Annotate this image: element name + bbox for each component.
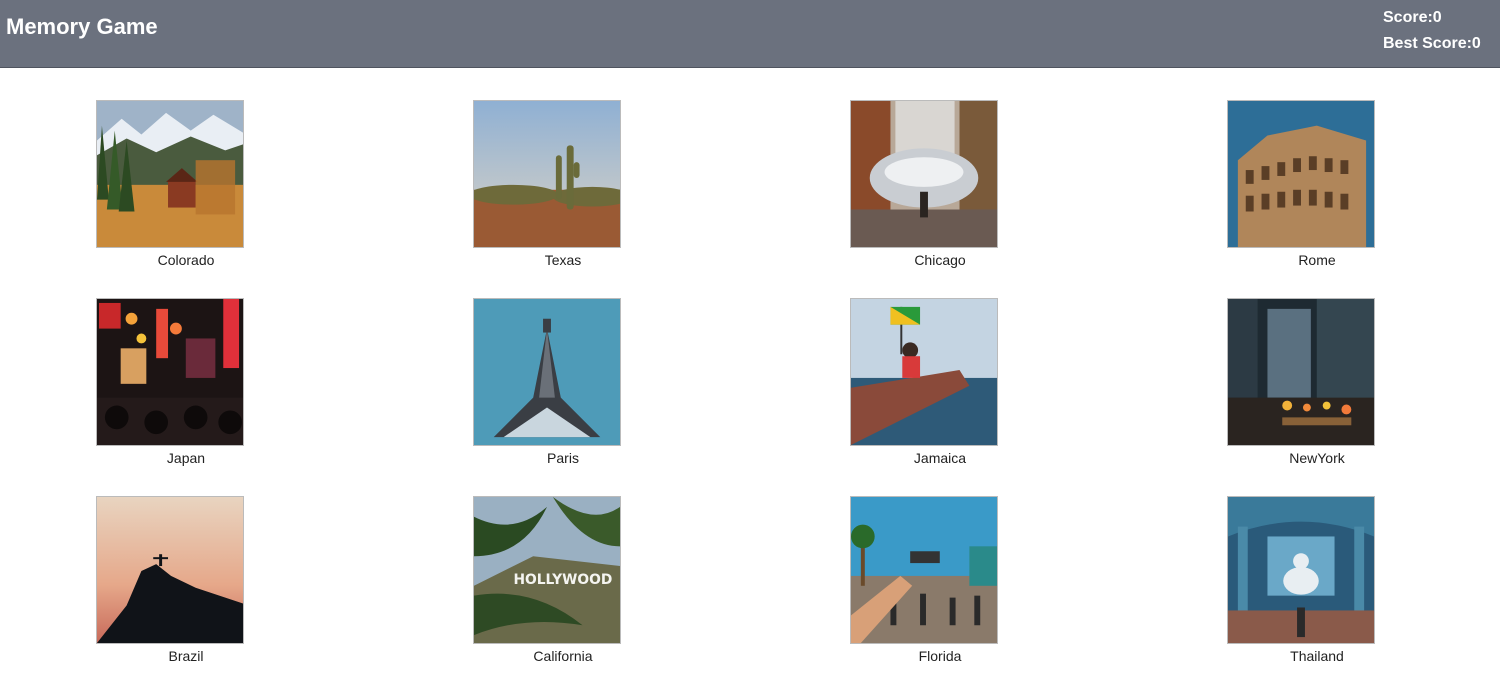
card-label: NewYork [1289, 450, 1345, 466]
card-label: Rome [1298, 252, 1336, 268]
card-label: California [533, 648, 593, 664]
colorado-image [96, 100, 244, 248]
page-title: Memory Game [6, 14, 158, 39]
california-image: HOLLYWOOD [473, 496, 621, 644]
card-california[interactable]: HOLLYWOOD California [473, 496, 622, 664]
card-label: Jamaica [913, 450, 967, 466]
card-paris[interactable]: Paris [473, 298, 622, 466]
card-japan[interactable]: Japan [96, 298, 245, 466]
newyork-image [1227, 298, 1375, 446]
card-texas[interactable]: Texas [473, 100, 622, 268]
best-score-value: Best Score:0 [1383, 35, 1481, 52]
card-chicago[interactable]: Chicago [850, 100, 999, 268]
paris-image [473, 298, 621, 446]
japan-image [96, 298, 244, 446]
card-florida[interactable]: Florida [850, 496, 999, 664]
florida-image [850, 496, 998, 644]
card-label: Florida [918, 648, 962, 664]
svg-text:HOLLYWOOD: HOLLYWOOD [513, 572, 612, 588]
card-rome[interactable]: Rome [1227, 100, 1376, 268]
thailand-image [1227, 496, 1375, 644]
card-thailand[interactable]: Thailand [1227, 496, 1376, 664]
card-label: Japan [166, 450, 206, 466]
jamaica-image [850, 298, 998, 446]
score-value: Score:0 [1383, 9, 1442, 26]
card-label: Paris [547, 450, 579, 466]
card-label: Chicago [914, 252, 966, 268]
card-label: Colorado [157, 252, 215, 268]
card-label: Thailand [1290, 648, 1344, 664]
card-jamaica[interactable]: Jamaica [850, 298, 999, 466]
card-label: Texas [544, 252, 582, 268]
top-bar: Memory Game Score:0 Best Score:0 [0, 0, 1500, 68]
card-colorado[interactable]: Colorado [96, 100, 245, 268]
card-brazil[interactable]: Brazil [96, 496, 245, 664]
brazil-image [96, 496, 244, 644]
rome-image [1227, 100, 1375, 248]
card-newyork[interactable]: NewYork [1227, 298, 1376, 466]
score-panel: Score:0 Best Score:0 [1383, 5, 1481, 57]
chicago-image [850, 100, 998, 248]
texas-image [473, 100, 621, 248]
card-label: Brazil [168, 648, 204, 664]
